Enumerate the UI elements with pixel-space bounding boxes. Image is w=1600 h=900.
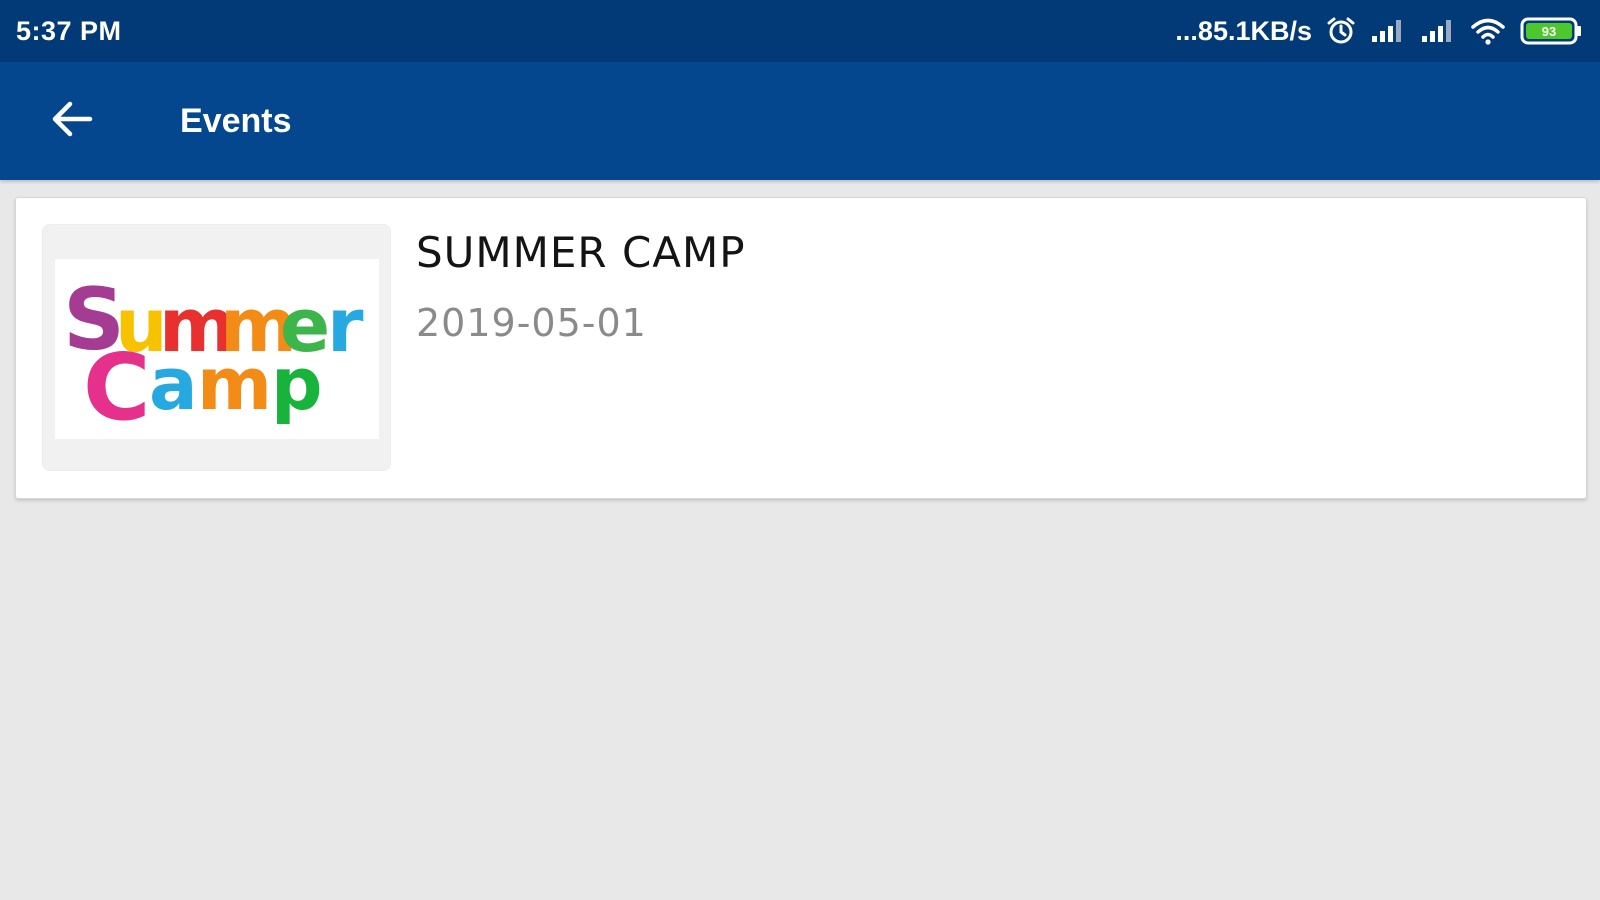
status-time: 5:37 PM <box>16 15 122 46</box>
battery-icon: 93 <box>1520 16 1584 46</box>
svg-text:r: r <box>327 283 364 369</box>
status-indicators: ...85.1KB/s 93 <box>1175 16 1584 47</box>
arrow-left-icon <box>50 97 94 146</box>
back-button[interactable] <box>22 71 122 171</box>
svg-text:C: C <box>83 334 151 439</box>
summer-camp-logo-image: S u m m e r C a m p <box>55 259 379 441</box>
svg-text:m: m <box>197 342 272 426</box>
status-bar: 5:37 PM ...85.1KB/s 93 <box>0 0 1600 62</box>
battery-level: 93 <box>1542 24 1556 39</box>
signal-icon <box>1370 18 1406 44</box>
event-thumbnail: S u m m e r C a m p <box>42 224 391 471</box>
svg-text:a: a <box>149 342 198 426</box>
network-speed: ...85.1KB/s <box>1175 15 1312 46</box>
event-card[interactable]: S u m m e r C a m p SUMMER CAMP 2019-05-… <box>15 197 1587 499</box>
wifi-icon <box>1470 16 1506 46</box>
event-date: 2019-05-01 <box>416 301 647 345</box>
event-title: SUMMER CAMP <box>416 228 746 277</box>
signal-icon <box>1420 18 1456 44</box>
svg-text:p: p <box>271 342 323 426</box>
alarm-icon <box>1326 16 1356 46</box>
page-title: Events <box>180 101 292 140</box>
app-bar: Events <box>0 62 1600 180</box>
